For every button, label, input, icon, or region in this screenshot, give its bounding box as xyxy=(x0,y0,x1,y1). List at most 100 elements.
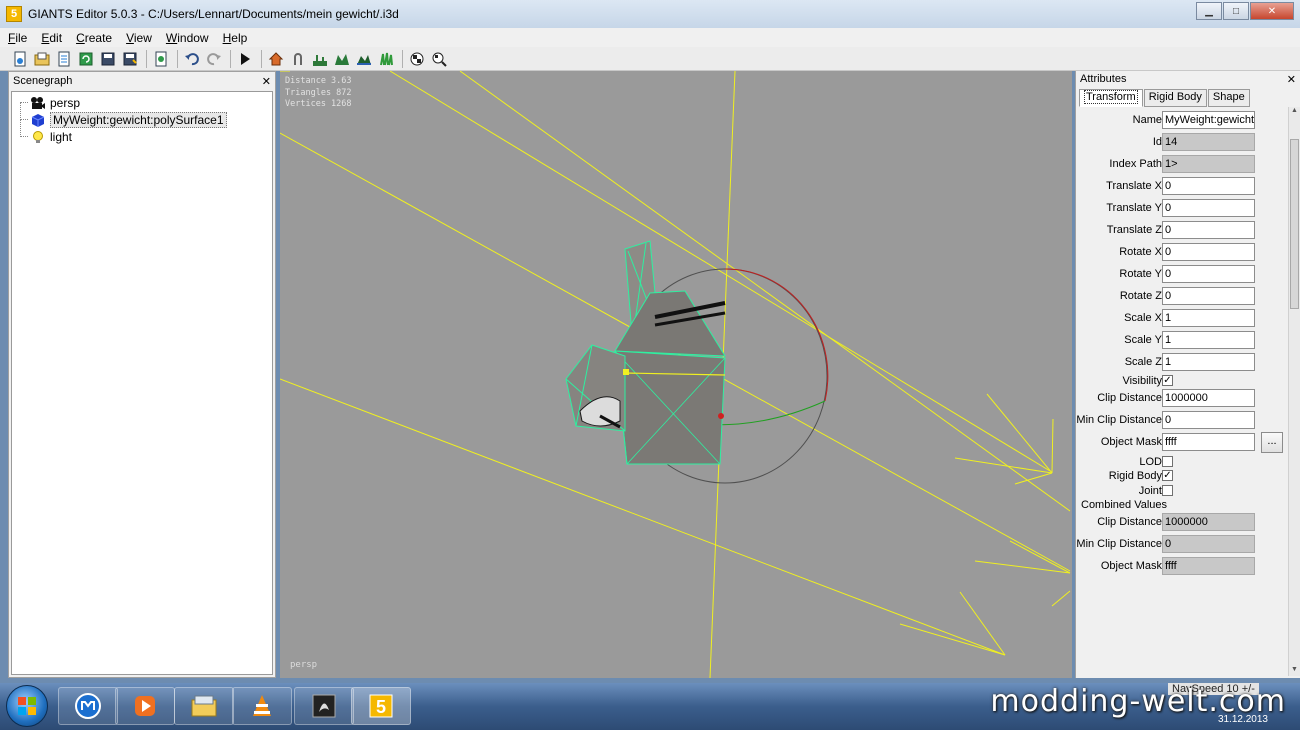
menu-help[interactable]: Help xyxy=(223,31,248,45)
rotate-y-field[interactable]: 0 xyxy=(1162,265,1255,283)
mountain-icon[interactable] xyxy=(354,49,374,69)
min-clip-distance-field[interactable]: 0 xyxy=(1162,411,1255,429)
new-file-icon[interactable] xyxy=(10,49,30,69)
translate-z-label: Translate Z xyxy=(1106,224,1162,236)
menu-window[interactable]: Window xyxy=(166,31,209,45)
arch-icon[interactable] xyxy=(288,49,308,69)
tab-rigid-body[interactable]: Rigid Body xyxy=(1143,89,1207,107)
translate-gizmo-handle[interactable] xyxy=(623,369,629,375)
rotate-y-label: Rotate Y xyxy=(1119,268,1162,280)
weight-model xyxy=(565,240,726,465)
camera-label: persp xyxy=(290,660,318,670)
giants-editor-icon[interactable]: 5 xyxy=(351,687,411,725)
rotate-z-field[interactable]: 0 xyxy=(1162,287,1255,305)
stats-distance: Distance 3.63 xyxy=(285,76,352,86)
svg-text:5: 5 xyxy=(376,697,386,717)
grass-icon[interactable] xyxy=(376,49,396,69)
render-zoom-icon[interactable] xyxy=(429,49,449,69)
row-min-clip-distance: Min Clip Distance 0 xyxy=(1076,411,1285,429)
scale-z-field[interactable]: 1 xyxy=(1162,353,1255,371)
object-mask-browse-button[interactable]: ... xyxy=(1261,432,1283,453)
home-icon[interactable] xyxy=(266,49,286,69)
toolbar-separator xyxy=(146,49,147,68)
tree-item-light[interactable]: light xyxy=(12,120,272,145)
vlc-icon[interactable] xyxy=(232,687,292,725)
save-icon[interactable] xyxy=(98,49,118,69)
inkscape-icon[interactable] xyxy=(294,687,354,725)
tab-shape[interactable]: Shape xyxy=(1207,89,1250,107)
window-controls: ▁ □ ✕ xyxy=(1195,2,1294,20)
scenegraph-panel: Scenegraph ✕ persp MyWeight:gewicht:poly… xyxy=(8,71,276,678)
menu-file[interactable]: File xyxy=(8,31,27,45)
document-list-icon[interactable] xyxy=(54,49,74,69)
object-mask-field[interactable]: ffff xyxy=(1162,433,1255,451)
row-scale-y: Scale Y 1 xyxy=(1079,331,1285,349)
render-checker-icon[interactable] xyxy=(407,49,427,69)
visibility-checkbox[interactable]: ✓ xyxy=(1162,375,1173,386)
windows-logo-icon xyxy=(18,697,36,715)
scale-y-field[interactable]: 1 xyxy=(1162,331,1255,349)
close-button[interactable]: ✕ xyxy=(1250,2,1294,20)
combined-values-title: Combined Values xyxy=(1081,499,1168,511)
maximize-button[interactable]: □ xyxy=(1223,2,1249,20)
translate-x-field[interactable]: 0 xyxy=(1162,177,1255,195)
translate-y-label: Translate Y xyxy=(1106,202,1162,214)
translate-y-field[interactable]: 0 xyxy=(1162,199,1255,217)
refresh-icon[interactable] xyxy=(76,49,96,69)
redo-icon[interactable] xyxy=(204,49,224,69)
menu-create[interactable]: Create xyxy=(76,31,112,45)
close-icon[interactable]: ✕ xyxy=(262,75,271,88)
tab-transform[interactable]: Transform xyxy=(1079,89,1143,107)
rotate-x-field[interactable]: 0 xyxy=(1162,243,1255,261)
transform-form: Name MyWeight:gewicht:polySurface1 Id 14… xyxy=(1076,108,1285,676)
title-bar: 5 GIANTS Editor 5.0.3 - C:/Users/Lennart… xyxy=(0,0,1300,28)
toolbar-separator xyxy=(230,49,231,68)
toolbar xyxy=(0,47,1300,71)
joint-checkbox[interactable] xyxy=(1162,485,1173,496)
save-as-icon[interactable] xyxy=(120,49,140,69)
menu-edit[interactable]: Edit xyxy=(41,31,62,45)
clip-distance-field[interactable]: 1000000 xyxy=(1162,389,1255,407)
foliage-icon[interactable] xyxy=(332,49,352,69)
rotate-z-label: Rotate Z xyxy=(1119,290,1162,302)
media-player-icon[interactable] xyxy=(115,687,175,725)
row-rotate-z: Rotate Z 0 xyxy=(1079,287,1285,305)
name-field[interactable]: MyWeight:gewicht:polySurface1 xyxy=(1162,111,1255,129)
scroll-up-icon[interactable]: ▲ xyxy=(1289,107,1300,117)
tree-item-polysurface[interactable]: MyWeight:gewicht:polySurface1 xyxy=(12,103,272,128)
tree-item-label: persp xyxy=(50,95,81,110)
menu-view[interactable]: View xyxy=(126,31,152,45)
row-translate-z: Translate Z 0 xyxy=(1079,221,1285,239)
scroll-down-icon[interactable]: ▼ xyxy=(1289,666,1300,676)
3d-viewport[interactable]: Distance 3.63 Triangles 872 Vertices 126… xyxy=(280,71,1072,678)
gizmo-pivot[interactable] xyxy=(718,413,724,419)
rigid-body-checkbox[interactable]: ✓ xyxy=(1162,470,1173,481)
translate-z-field[interactable]: 0 xyxy=(1162,221,1255,239)
terrain-icon[interactable] xyxy=(310,49,330,69)
play-icon[interactable] xyxy=(235,49,255,69)
undo-icon[interactable] xyxy=(182,49,202,69)
attributes-scrollbar[interactable]: ▲ ▼ xyxy=(1288,107,1300,676)
file-explorer-icon[interactable] xyxy=(174,687,234,725)
scale-x-field[interactable]: 1 xyxy=(1162,309,1255,327)
tree-item-persp[interactable]: persp xyxy=(12,94,272,111)
object-mask-label: Object Mask xyxy=(1100,436,1162,448)
minimize-button[interactable]: ▁ xyxy=(1196,2,1222,20)
scrollbar-thumb[interactable] xyxy=(1290,139,1299,309)
scenegraph-tree[interactable]: persp MyWeight:gewicht:polySurface1 ligh… xyxy=(11,91,273,675)
name-label: Name xyxy=(1132,114,1162,126)
stats-triangles: Triangles 872 xyxy=(285,87,352,98)
start-button[interactable] xyxy=(6,685,48,727)
open-folder-icon[interactable] xyxy=(32,49,52,69)
maxthon-icon[interactable] xyxy=(58,687,118,725)
lod-checkbox[interactable] xyxy=(1162,456,1173,467)
close-icon[interactable]: ✕ xyxy=(1287,73,1296,86)
tree-item-label: MyWeight:gewicht:polySurface1 xyxy=(50,111,227,128)
taskbar: 5 NavSpeed 10 +/- modding-welt.com 31.12… xyxy=(0,683,1300,730)
rotate-gizmo-x-arc[interactable] xyxy=(724,268,829,402)
row-scale-z: Scale Z 1 xyxy=(1079,353,1285,371)
scale-x-label: Scale X xyxy=(1124,312,1162,324)
import-icon[interactable] xyxy=(151,49,171,69)
window-title: GIANTS Editor 5.0.3 - C:/Users/Lennart/D… xyxy=(28,7,399,21)
index-path-label: Index Path xyxy=(1109,158,1162,170)
